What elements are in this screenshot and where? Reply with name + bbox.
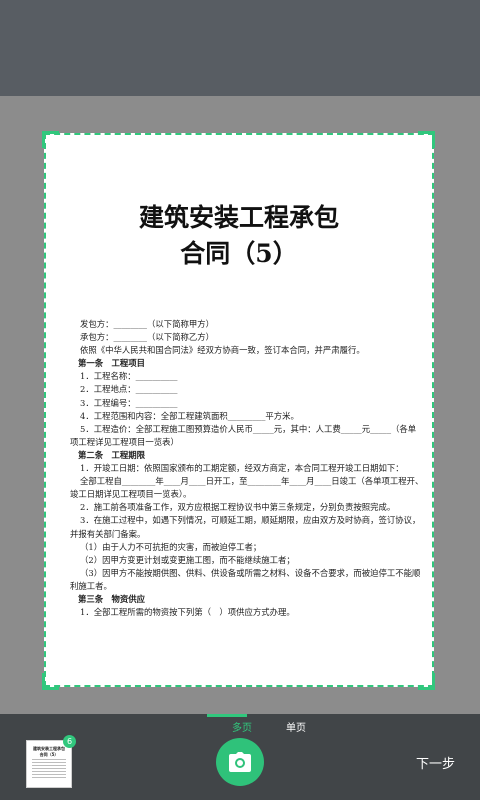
page-count-badge: 6 — [63, 735, 76, 748]
tab-single-page[interactable]: 单页 — [286, 719, 306, 734]
scan-thumbnail[interactable]: 建筑安装工程承包 合同（5） — [26, 740, 72, 788]
tab-multi-page[interactable]: 多页 — [232, 719, 252, 734]
camera-icon — [229, 752, 251, 772]
active-tab-indicator — [207, 714, 247, 717]
crop-handle-bottom-left[interactable] — [42, 673, 59, 690]
crop-handle-top-right[interactable] — [418, 131, 435, 148]
top-bar — [0, 0, 480, 96]
thumbnail-text-lines — [32, 759, 66, 780]
crop-frame[interactable] — [44, 133, 434, 687]
crop-handle-top-left[interactable] — [42, 131, 59, 148]
crop-handle-bottom-right[interactable] — [418, 673, 435, 690]
next-step-button[interactable]: 下一步 — [416, 753, 455, 772]
shutter-button[interactable] — [216, 738, 264, 786]
thumbnail-title-line2: 合同（5） — [39, 752, 59, 757]
